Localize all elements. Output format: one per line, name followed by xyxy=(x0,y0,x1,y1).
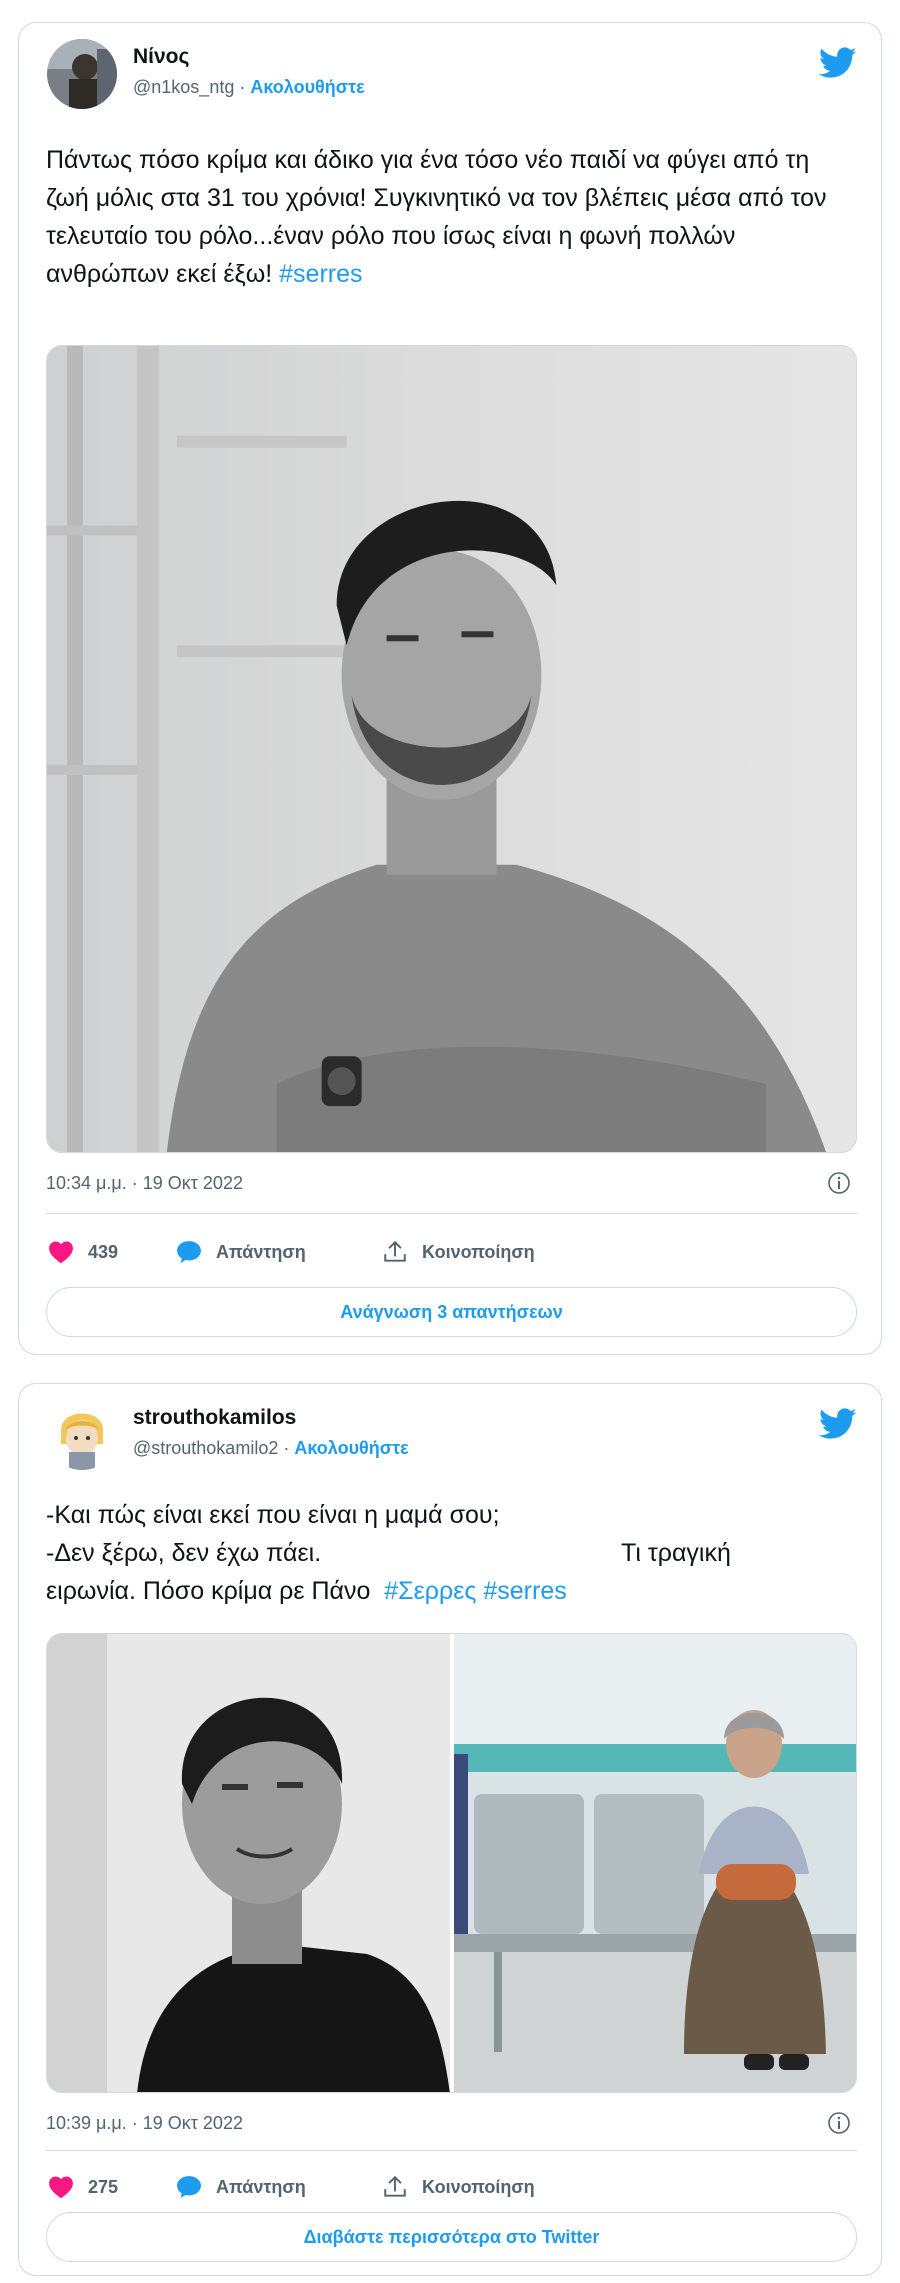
tweet-actions: 439 Απάντηση Κοινοποίηση xyxy=(46,1235,857,1269)
avatar[interactable] xyxy=(47,39,117,109)
separator-dot: · xyxy=(239,77,251,97)
hashtag-link[interactable]: #Σερρες #serres xyxy=(384,1577,566,1605)
follow-link[interactable]: Ακολουθήστε xyxy=(294,1438,408,1458)
heart-icon xyxy=(49,2176,73,2199)
user-handle[interactable]: @n1kos_ntg xyxy=(133,77,234,97)
like-button[interactable]: 275 xyxy=(48,2170,118,2204)
timestamp[interactable]: 10:39 μ.μ. · 19 Οκτ 2022 xyxy=(46,2113,243,2133)
reply-bubble-icon xyxy=(177,2176,201,2198)
tweet-text-line: -Δεν ξέρω, δεν έχω πάει. Τι τραγική xyxy=(46,1534,857,1572)
tweet-text-line: ειρωνία. Πόσο κρίμα ρε Πάνο #Σερρες #ser… xyxy=(46,1572,857,1610)
tweet-actions: 275 Απάντηση Κοινοποίηση xyxy=(46,2170,857,2204)
tweet-text-body: Πάντως πόσο κρίμα και άδικο για ένα τόσο… xyxy=(46,146,834,288)
read-more-button[interactable]: Διαβάστε περισσότερα στο Twitter xyxy=(46,2212,857,2262)
tweet-photo[interactable] xyxy=(46,345,857,1153)
handle-line: @strouthokamilo2 · Ακολουθήστε xyxy=(133,1438,409,1459)
separator-dot: · xyxy=(283,1438,295,1458)
like-count: 275 xyxy=(88,2176,119,2197)
tweet-header: Νίνος @n1kos_ntg · Ακολουθήστε xyxy=(37,39,863,109)
tweet-header: strouthokamilos @strouthokamilo2 · Ακολο… xyxy=(37,1400,863,1470)
like-count: 439 xyxy=(88,1241,119,1262)
tweet-text-fragment: ειρωνία. Πόσο κρίμα ρε Πάνο xyxy=(46,1577,385,1605)
hashtag-link[interactable]: #serres xyxy=(279,260,362,288)
avatar[interactable] xyxy=(47,1400,117,1470)
handle-line: @n1kos_ntg · Ακολουθήστε xyxy=(133,77,365,98)
reply-button[interactable]: Απάντηση xyxy=(176,1235,306,1269)
tweet-meta: 10:39 μ.μ. · 19 Οκτ 2022 xyxy=(46,2111,851,2135)
read-replies-button[interactable]: Ανάγνωση 3 απαντήσεων xyxy=(46,1287,857,1337)
tweet-photo[interactable] xyxy=(454,1634,856,2092)
user-name[interactable]: strouthokamilos xyxy=(133,1406,296,1430)
user-handle[interactable]: @strouthokamilo2 xyxy=(133,1438,278,1458)
tweet-text: Πάντως πόσο κρίμα και άδικο για ένα τόσο… xyxy=(46,141,857,293)
reply-button[interactable]: Απάντηση xyxy=(176,2170,306,2204)
divider xyxy=(46,2150,857,2151)
share-label: Κοινοποίηση xyxy=(422,1241,535,1262)
share-icon xyxy=(384,2175,406,2197)
timestamp[interactable]: 10:34 μ.μ. · 19 Οκτ 2022 xyxy=(46,1173,243,1193)
follow-link[interactable]: Ακολουθήστε xyxy=(250,77,364,97)
tweet-text-fragment: Τι τραγική xyxy=(621,1539,731,1567)
share-button[interactable]: Κοινοποίηση xyxy=(382,1235,535,1269)
share-icon xyxy=(384,1240,406,1262)
divider xyxy=(46,1213,857,1214)
reply-label: Απάντηση xyxy=(216,2176,306,2197)
tweet-card: Νίνος @n1kos_ntg · Ακολουθήστε Πάντως πό… xyxy=(18,22,882,1355)
tweet-photo[interactable] xyxy=(47,1634,450,2092)
user-name[interactable]: Νίνος xyxy=(133,45,189,69)
heart-icon xyxy=(49,1241,73,1264)
tweet-text-line: -Και πώς είναι εκεί που είναι η μαμά σου… xyxy=(46,1501,500,1529)
tweet-text: -Και πώς είναι εκεί που είναι η μαμά σου… xyxy=(46,1496,857,1610)
reply-label: Απάντηση xyxy=(216,1241,306,1262)
like-button[interactable]: 439 xyxy=(48,1235,118,1269)
info-icon[interactable] xyxy=(827,2111,851,2135)
tweet-photos xyxy=(46,1633,857,2093)
share-button[interactable]: Κοινοποίηση xyxy=(382,2170,535,2204)
tweet-card: strouthokamilos @strouthokamilo2 · Ακολο… xyxy=(18,1383,882,2276)
reply-bubble-icon xyxy=(177,1241,201,1263)
tweet-text-fragment: -Δεν ξέρω, δεν έχω πάει. xyxy=(46,1539,322,1567)
tweet-meta: 10:34 μ.μ. · 19 Οκτ 2022 xyxy=(46,1171,851,1195)
twitter-bird-icon[interactable] xyxy=(819,1408,857,1440)
info-icon[interactable] xyxy=(827,1171,851,1195)
twitter-bird-icon[interactable] xyxy=(819,47,857,79)
share-label: Κοινοποίηση xyxy=(422,2176,535,2197)
